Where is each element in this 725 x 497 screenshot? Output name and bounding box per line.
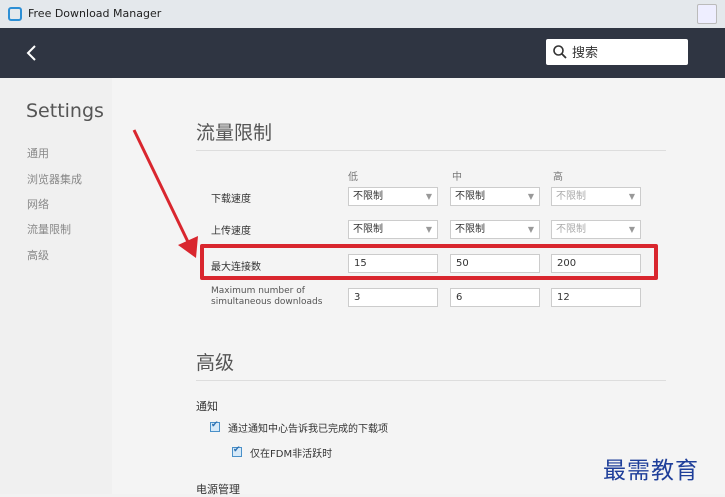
upload-speed-medium-select[interactable]: 不限制 ▼	[450, 220, 540, 239]
simultaneous-downloads-medium-input[interactable]: 6	[450, 288, 540, 307]
power-management-heading: 电源管理	[196, 483, 240, 496]
search-box[interactable]	[546, 39, 688, 65]
select-value: 不限制	[556, 224, 586, 235]
chevron-down-icon: ▼	[628, 192, 635, 201]
select-value: 不限制	[556, 191, 586, 202]
download-speed-high-select: 不限制 ▼	[551, 187, 641, 206]
app-logo-icon	[8, 7, 22, 21]
title-bar: Free Download Manager	[0, 0, 725, 29]
check-icon: ✔	[233, 445, 241, 455]
chevron-down-icon: ▼	[628, 225, 635, 234]
simultaneous-downloads-low-input[interactable]: 3	[348, 288, 438, 307]
window-title: Free Download Manager	[28, 7, 162, 20]
chevron-down-icon: ▼	[527, 192, 534, 201]
notify-option-label: 通过通知中心告诉我已完成的下载项	[228, 424, 388, 435]
column-high: 高	[553, 172, 563, 183]
notifications-heading: 通知	[196, 400, 218, 413]
sidebar-item-browser-integration[interactable]: 浏览器集成	[27, 171, 82, 187]
sidebar-item-general[interactable]: 通用	[27, 145, 49, 161]
column-medium: 中	[452, 172, 462, 183]
highlight-box	[200, 244, 658, 280]
upload-speed-high-select: 不限制 ▼	[551, 220, 641, 239]
select-value: 不限制	[455, 191, 485, 202]
chevron-down-icon: ▼	[425, 225, 432, 234]
chevron-down-icon: ▼	[425, 192, 432, 201]
select-value: 不限制	[455, 224, 485, 235]
chevron-down-icon: ▼	[527, 225, 534, 234]
back-arrow-icon	[26, 45, 36, 61]
upload-speed-low-select[interactable]: 不限制 ▼	[348, 220, 438, 239]
advanced-heading: 高级	[196, 352, 235, 374]
back-button[interactable]	[20, 41, 44, 65]
download-speed-label: 下载速度	[211, 194, 251, 205]
simultaneous-downloads-label: Maximum number of simultaneous downloads	[211, 286, 323, 307]
column-low: 低	[348, 172, 358, 183]
traffic-limits-heading: 流量限制	[196, 122, 273, 144]
settings-sidebar: Settings 通用 浏览器集成 网络 流量限制 高级	[0, 78, 112, 494]
notify-checkbox[interactable]: ✔	[210, 420, 220, 432]
upload-speed-label: 上传速度	[211, 226, 251, 237]
download-speed-medium-select[interactable]: 不限制 ▼	[450, 187, 540, 206]
settings-title: Settings	[26, 100, 104, 122]
divider	[196, 150, 666, 151]
notify-inactive-label: 仅在FDM非活跃时	[250, 449, 333, 460]
sidebar-item-advanced[interactable]: 高级	[27, 247, 49, 263]
check-icon: ✔	[211, 420, 219, 430]
sidebar-item-network[interactable]: 网络	[27, 196, 49, 212]
search-icon	[553, 45, 567, 59]
select-value: 不限制	[353, 224, 383, 235]
top-bar	[0, 28, 725, 78]
search-input[interactable]	[570, 42, 686, 64]
download-speed-low-select[interactable]: 不限制 ▼	[348, 187, 438, 206]
divider	[196, 380, 666, 381]
select-value: 不限制	[353, 191, 383, 202]
watermark-text: 最需教育	[603, 458, 699, 484]
window-control-button[interactable]	[697, 4, 717, 24]
notify-inactive-checkbox[interactable]: ✔	[232, 445, 242, 457]
simultaneous-downloads-high-input[interactable]: 12	[551, 288, 641, 307]
settings-main: 流量限制 低 中 高 下载速度 不限制 ▼ 不限制 ▼ 不限制 ▼ 上传速度 不限制 ▼…	[112, 78, 725, 496]
sidebar-item-traffic-limits[interactable]: 流量限制	[27, 221, 71, 237]
